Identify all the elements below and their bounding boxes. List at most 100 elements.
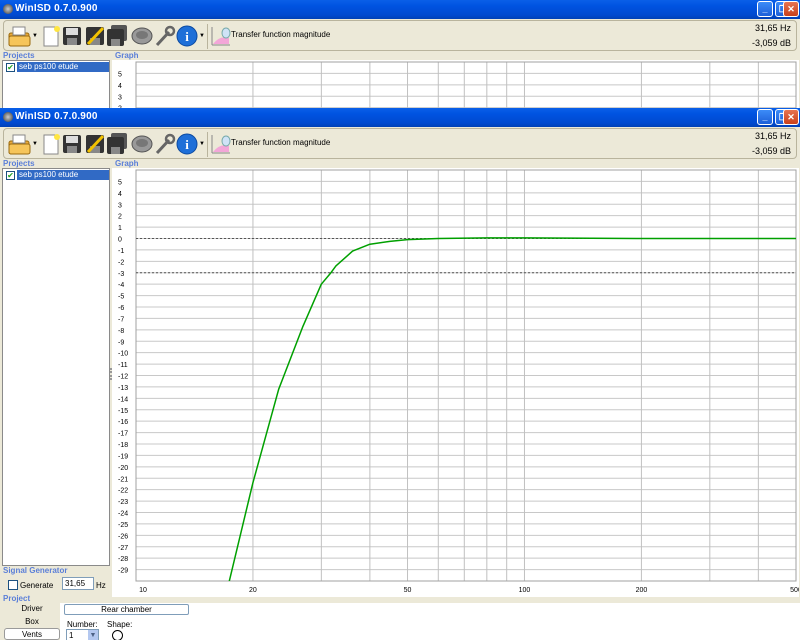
y-tick-label: -9 [118,339,124,346]
y-tick-label: -1 [118,248,124,255]
close-button[interactable]: ✕ [783,1,799,17]
info-dropdown-arrow[interactable]: ▼ [199,141,205,147]
y-tick-label: -4 [118,282,124,289]
cursor-frequency: 31,65 Hz [754,23,791,33]
y-tick-label: -27 [118,545,128,552]
generate-checkbox[interactable] [8,580,18,590]
y-tick-label: -6 [118,305,124,312]
y-tick-label: 4 [118,191,122,198]
chart-icon[interactable] [210,25,232,47]
y-tick-label: -25 [118,522,128,529]
projects-label: Projects [3,51,35,60]
projects-label: Projects [3,159,35,168]
graph-type-label[interactable]: Transfer function magnitude [231,138,330,147]
y-tick-label: 3 [118,94,122,101]
transfer-function-chart[interactable]: 543210-1-2-3-4-5-6-7-8-9-10-11-12-13-14-… [112,168,800,597]
save-all-icon[interactable] [106,133,128,155]
title-bar[interactable]: WinISD 0.7.0.900 _ ❐ ✕ [0,108,800,127]
save-as-icon[interactable] [84,133,106,155]
svg-text:i: i [185,29,189,44]
toolbar: ▼ i ▼ Transfer function magnitude 31,65 … [3,20,797,51]
number-label: Number: [67,620,98,629]
frequency-input[interactable]: 31,65 [62,577,94,590]
tab-vents[interactable]: Vents [4,628,60,640]
y-tick-label: -24 [118,511,128,518]
y-tick-label: 3 [118,202,122,209]
graph-label: Graph [115,51,139,60]
minimize-button[interactable]: _ [757,109,773,125]
y-tick-label: 4 [118,83,122,90]
save-icon[interactable] [61,133,83,155]
y-tick-label: -16 [118,419,128,426]
y-tick-label: 1 [118,225,122,232]
graph-panel[interactable]: 543210-1-2-3-4-5-6-7-8-9-10-11-12-13-14-… [112,60,799,108]
project-name[interactable]: seb ps100 etude [17,62,109,72]
number-select[interactable]: 1 ▼ [66,629,99,640]
frequency-unit: Hz [96,581,106,590]
rear-chamber-button[interactable]: Rear chamber [64,604,189,615]
background-window: WinISD 0.7.0.900 _ ❐ ✕ ▼ i ▼ [0,0,800,108]
wrench-icon[interactable] [154,133,176,155]
project-item[interactable]: ✔ seb ps100 etude [3,169,109,181]
projects-list[interactable]: ✔ seb ps100 etude [2,168,110,566]
x-tick-label: 20 [249,587,257,594]
transfer-function-chart[interactable]: 543210-1-2-3-4-5-6-7-8-9-10-11-12-13-14-… [112,60,799,108]
tab-driver[interactable]: Driver [4,603,60,615]
y-tick-label: -29 [118,568,128,575]
x-tick-label: 10 [139,587,147,594]
info-icon[interactable]: i [176,25,198,47]
y-tick-label: -18 [118,442,128,449]
y-tick-label: -28 [118,556,128,563]
chart-icon[interactable] [210,133,232,155]
new-document-icon[interactable] [40,25,62,47]
toolbar-separator [207,24,208,49]
app-icon [3,4,13,14]
graph-label: Graph [115,159,139,168]
y-tick-label: -17 [118,431,128,438]
project-name[interactable]: seb ps100 etude [17,170,109,180]
y-tick-label: -14 [118,396,128,403]
open-dropdown-arrow[interactable]: ▼ [32,141,38,147]
info-dropdown-arrow[interactable]: ▼ [199,33,205,39]
title-bar[interactable]: WinISD 0.7.0.900 _ ❐ ✕ [0,0,800,19]
generate-label: Generate [20,581,54,590]
save-all-icon[interactable] [106,25,128,47]
driver-icon[interactable] [131,133,153,155]
x-tick-label: 50 [404,587,412,594]
tab-box[interactable]: Box [4,616,60,628]
shape-round-radio[interactable] [112,630,123,640]
y-tick-label: -13 [118,385,128,392]
minimize-button[interactable]: _ [757,1,773,17]
open-dropdown-arrow[interactable]: ▼ [32,33,38,39]
wrench-icon[interactable] [154,25,176,47]
open-folder-icon[interactable] [8,133,31,155]
window-title: WinISD 0.7.0.900 [15,111,98,122]
close-button[interactable]: ✕ [783,109,799,125]
save-as-icon[interactable] [84,25,106,47]
graph-type-label[interactable]: Transfer function magnitude [231,30,330,39]
save-icon[interactable] [61,25,83,47]
project-checkbox[interactable]: ✔ [6,171,15,180]
project-checkbox[interactable]: ✔ [6,63,15,72]
x-tick-label: 100 [519,587,531,594]
info-icon[interactable]: i [176,133,198,155]
window-title: WinISD 0.7.0.900 [15,3,98,14]
y-tick-label: -3 [118,271,124,278]
project-item[interactable]: ✔ seb ps100 etude [3,61,109,73]
y-tick-label: -7 [118,316,124,323]
y-tick-label: -5 [118,294,124,301]
y-tick-label: -12 [118,374,128,381]
open-folder-icon[interactable] [8,25,31,47]
cursor-level: -3,059 dB [751,38,791,48]
y-tick-label: 5 [118,71,122,78]
y-tick-label: 2 [118,214,122,221]
y-tick-label: -21 [118,476,128,483]
y-tick-label: -10 [118,351,128,358]
graph-panel[interactable]: 543210-1-2-3-4-5-6-7-8-9-10-11-12-13-14-… [112,168,800,597]
driver-icon[interactable] [131,25,153,47]
new-document-icon[interactable] [40,133,62,155]
splitter-handle[interactable] [110,368,112,380]
projects-list[interactable]: ✔ seb ps100 etude [2,60,110,108]
y-tick-label: -11 [118,362,128,369]
chevron-down-icon[interactable]: ▼ [88,630,98,640]
